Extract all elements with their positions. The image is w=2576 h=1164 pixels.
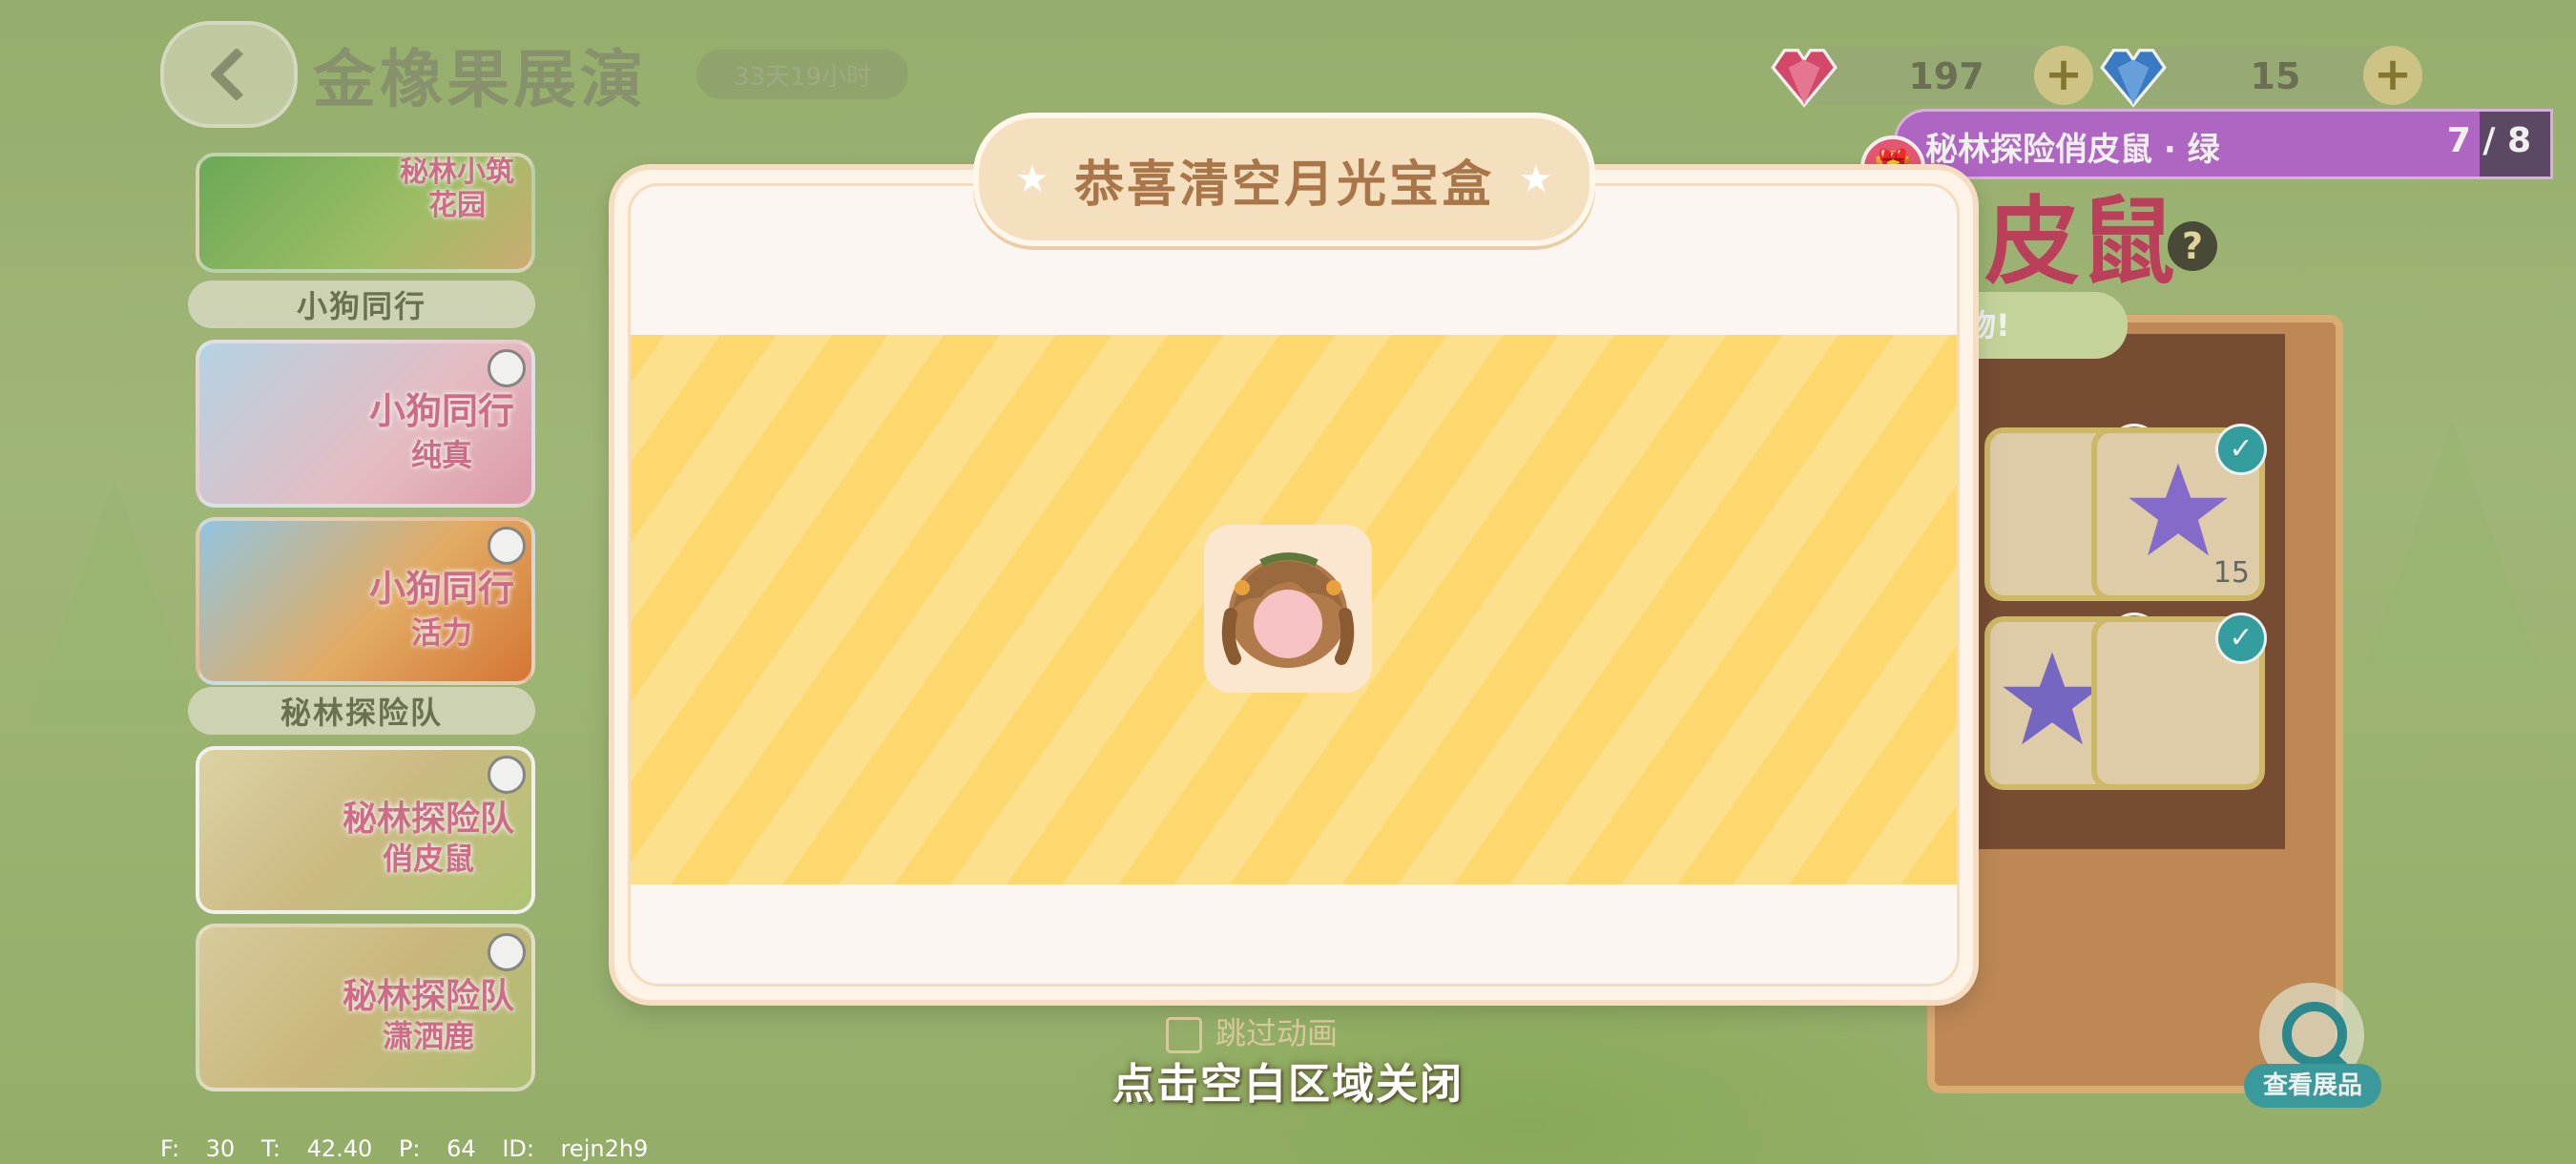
debug-id: ID: rejn2h9: [502, 1135, 649, 1162]
close-hint: 点击空白区域关闭: [1112, 1060, 1464, 1109]
debug-fps: F: 30: [160, 1135, 236, 1162]
debug-overlay: F: 30 T: 42.40 P: 64 ID: rejn2h9: [160, 1135, 648, 1162]
checkbox[interactable]: [1166, 1017, 1202, 1053]
reward-item-hairstyle[interactable]: [1204, 525, 1372, 693]
skip-animation-toggle[interactable]: 跳过动画: [1166, 1009, 1338, 1053]
star-icon: ★: [1519, 157, 1553, 201]
skip-animation-label: 跳过动画: [1215, 1015, 1339, 1051]
star-icon: ★: [1015, 157, 1049, 201]
debug-ping: P: 64: [398, 1135, 476, 1162]
modal-title: 恭喜清空月光宝盒: [1073, 156, 1494, 214]
debug-time: T: 42.40: [260, 1135, 373, 1162]
modal-title-plate: ★ 恭喜清空月光宝盒 ★: [973, 113, 1595, 246]
hairstyle-icon: [1221, 552, 1355, 668]
